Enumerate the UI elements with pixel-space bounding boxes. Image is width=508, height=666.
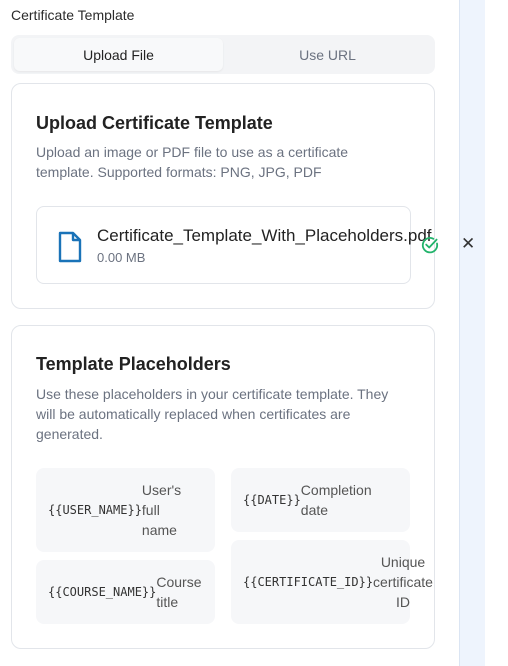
tab-upload-file[interactable]: Upload File xyxy=(14,38,223,71)
placeholder-label: Completion date xyxy=(300,482,372,518)
placeholders-card-description: Use these placeholders in your certifica… xyxy=(36,386,389,442)
file-icon xyxy=(58,231,82,263)
section-label: Certificate Template xyxy=(11,7,135,23)
upload-card-description: Upload an image or PDF file to use as a … xyxy=(36,144,349,180)
template-placeholders-card: Template Placeholders Use these placehol… xyxy=(11,325,435,649)
placeholder-item: {{DATE}} Completion date xyxy=(231,468,410,532)
placeholder-item: {{CERTIFICATE_ID}} Unique certificate ID xyxy=(231,540,433,624)
placeholder-code: {{USER_NAME}} xyxy=(48,503,142,517)
placeholder-code: {{COURSE_NAME}} xyxy=(48,585,157,599)
placeholder-code: {{DATE}} xyxy=(243,493,301,507)
uploaded-file[interactable]: Certificate_Template_With_Placeholders.p… xyxy=(36,206,432,284)
file-name: Certificate_Template_With_Placeholders.p… xyxy=(97,226,432,245)
close-icon[interactable]: ✕ xyxy=(461,234,475,254)
upload-mode-tabs: Upload File Use URL xyxy=(11,35,435,74)
side-panel-edge xyxy=(459,0,485,666)
placeholder-code: {{CERTIFICATE_ID}} xyxy=(243,575,374,589)
placeholder-label: Unique certificate ID xyxy=(373,554,433,610)
placeholder-label: Course title xyxy=(156,574,202,610)
tab-use-url[interactable]: Use URL xyxy=(223,38,432,71)
placeholder-label: User's full name xyxy=(141,482,182,538)
placeholders-card-title: Template Placeholders xyxy=(36,354,231,374)
upload-template-card: Upload Certificate Template Upload an im… xyxy=(11,83,435,309)
placeholder-item: {{USER_NAME}} User's full name xyxy=(36,468,215,552)
placeholder-item: {{COURSE_NAME}} Course title xyxy=(36,560,215,624)
file-size: 0.00 MB xyxy=(97,250,146,265)
upload-card-title: Upload Certificate Template xyxy=(36,113,273,133)
check-circle-icon xyxy=(421,237,439,254)
